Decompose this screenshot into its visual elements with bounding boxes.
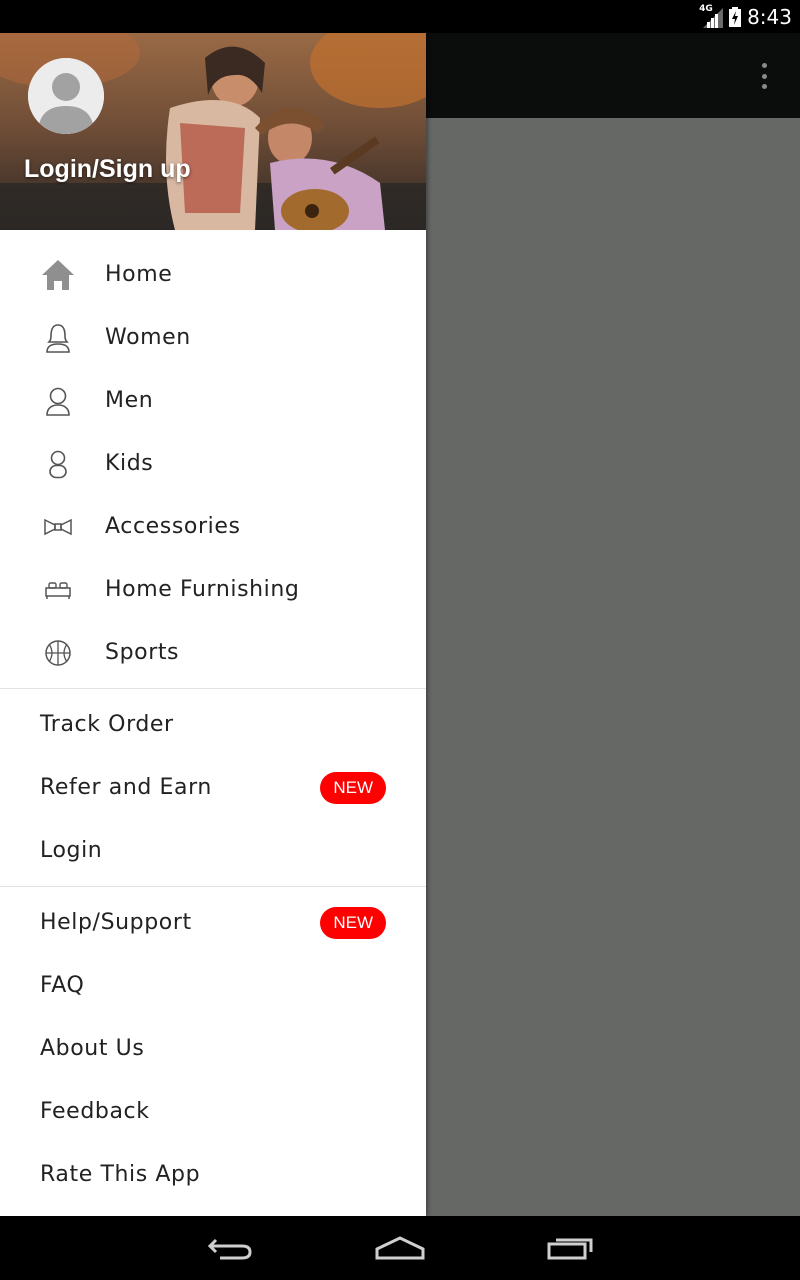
menu-label: Login — [40, 838, 103, 863]
menu-label: Feedback — [40, 1099, 150, 1124]
drawer-header: Login/Sign up — [0, 33, 426, 230]
status-icons: 4G 8:43 — [699, 0, 792, 33]
new-badge: NEW — [320, 771, 386, 804]
support-menu: Help/Support NEW FAQ About Us Feedback R… — [0, 887, 426, 1210]
menu-item-login[interactable]: Login — [0, 819, 426, 882]
clock: 8:43 — [747, 4, 792, 29]
category-list: Home Women Men Kids Accessories Home Fur… — [0, 230, 426, 689]
recents-icon[interactable] — [540, 1230, 600, 1266]
menu-label: Kids — [105, 451, 154, 476]
back-icon[interactable] — [200, 1230, 260, 1266]
menu-item-home[interactable]: Home — [0, 243, 426, 306]
menu-label: Rate This App — [40, 1162, 201, 1187]
menu-label: FAQ — [40, 973, 85, 998]
status-bar: 4G 8:43 — [0, 0, 800, 33]
home-icon — [40, 258, 76, 292]
login-signup-link[interactable]: Login/Sign up — [24, 155, 191, 184]
menu-label: About Us — [40, 1036, 145, 1061]
menu-item-faq[interactable]: FAQ — [0, 954, 426, 1017]
woman-icon — [40, 321, 76, 355]
man-icon — [40, 384, 76, 418]
menu-label: Men — [105, 388, 154, 413]
basketball-icon — [40, 636, 76, 670]
account-menu: Track Order Refer and Earn NEW Login — [0, 689, 426, 887]
menu-item-help-support[interactable]: Help/Support NEW — [0, 891, 426, 954]
menu-item-rate-this-app[interactable]: Rate This App — [0, 1143, 426, 1206]
menu-label: Track Order — [40, 712, 174, 737]
menu-item-refer-and-earn[interactable]: Refer and Earn NEW — [0, 756, 426, 819]
menu-item-feedback[interactable]: Feedback — [0, 1080, 426, 1143]
menu-item-kids[interactable]: Kids — [0, 432, 426, 495]
menu-item-track-order[interactable]: Track Order — [0, 693, 426, 756]
menu-label: Sports — [105, 640, 180, 665]
person-icon — [28, 58, 104, 134]
menu-item-about-us[interactable]: About Us — [0, 1017, 426, 1080]
menu-label: Help/Support — [40, 910, 192, 935]
battery-icon — [729, 6, 742, 27]
home-nav-icon[interactable] — [370, 1230, 430, 1266]
navigation-drawer: Login/Sign up Home Women Men Kids Access… — [0, 33, 426, 1216]
menu-label: Refer and Earn — [40, 775, 212, 800]
more-vert-icon[interactable] — [752, 63, 776, 89]
menu-label: Home — [105, 262, 173, 287]
bed-icon — [40, 573, 76, 607]
avatar[interactable] — [28, 58, 104, 134]
menu-item-men[interactable]: Men — [0, 369, 426, 432]
menu-label: Accessories — [105, 514, 241, 539]
menu-item-accessories[interactable]: Accessories — [0, 495, 426, 558]
menu-label: Women — [105, 325, 191, 350]
kid-icon — [40, 447, 76, 481]
signal-icon: 4G — [699, 4, 724, 28]
new-badge: NEW — [320, 906, 386, 939]
bow-tie-icon — [40, 510, 76, 544]
menu-item-home-furnishing[interactable]: Home Furnishing — [0, 558, 426, 621]
menu-label: Home Furnishing — [105, 577, 300, 602]
menu-item-women[interactable]: Women — [0, 306, 426, 369]
system-nav-bar — [0, 1216, 800, 1280]
menu-item-sports[interactable]: Sports — [0, 621, 426, 684]
